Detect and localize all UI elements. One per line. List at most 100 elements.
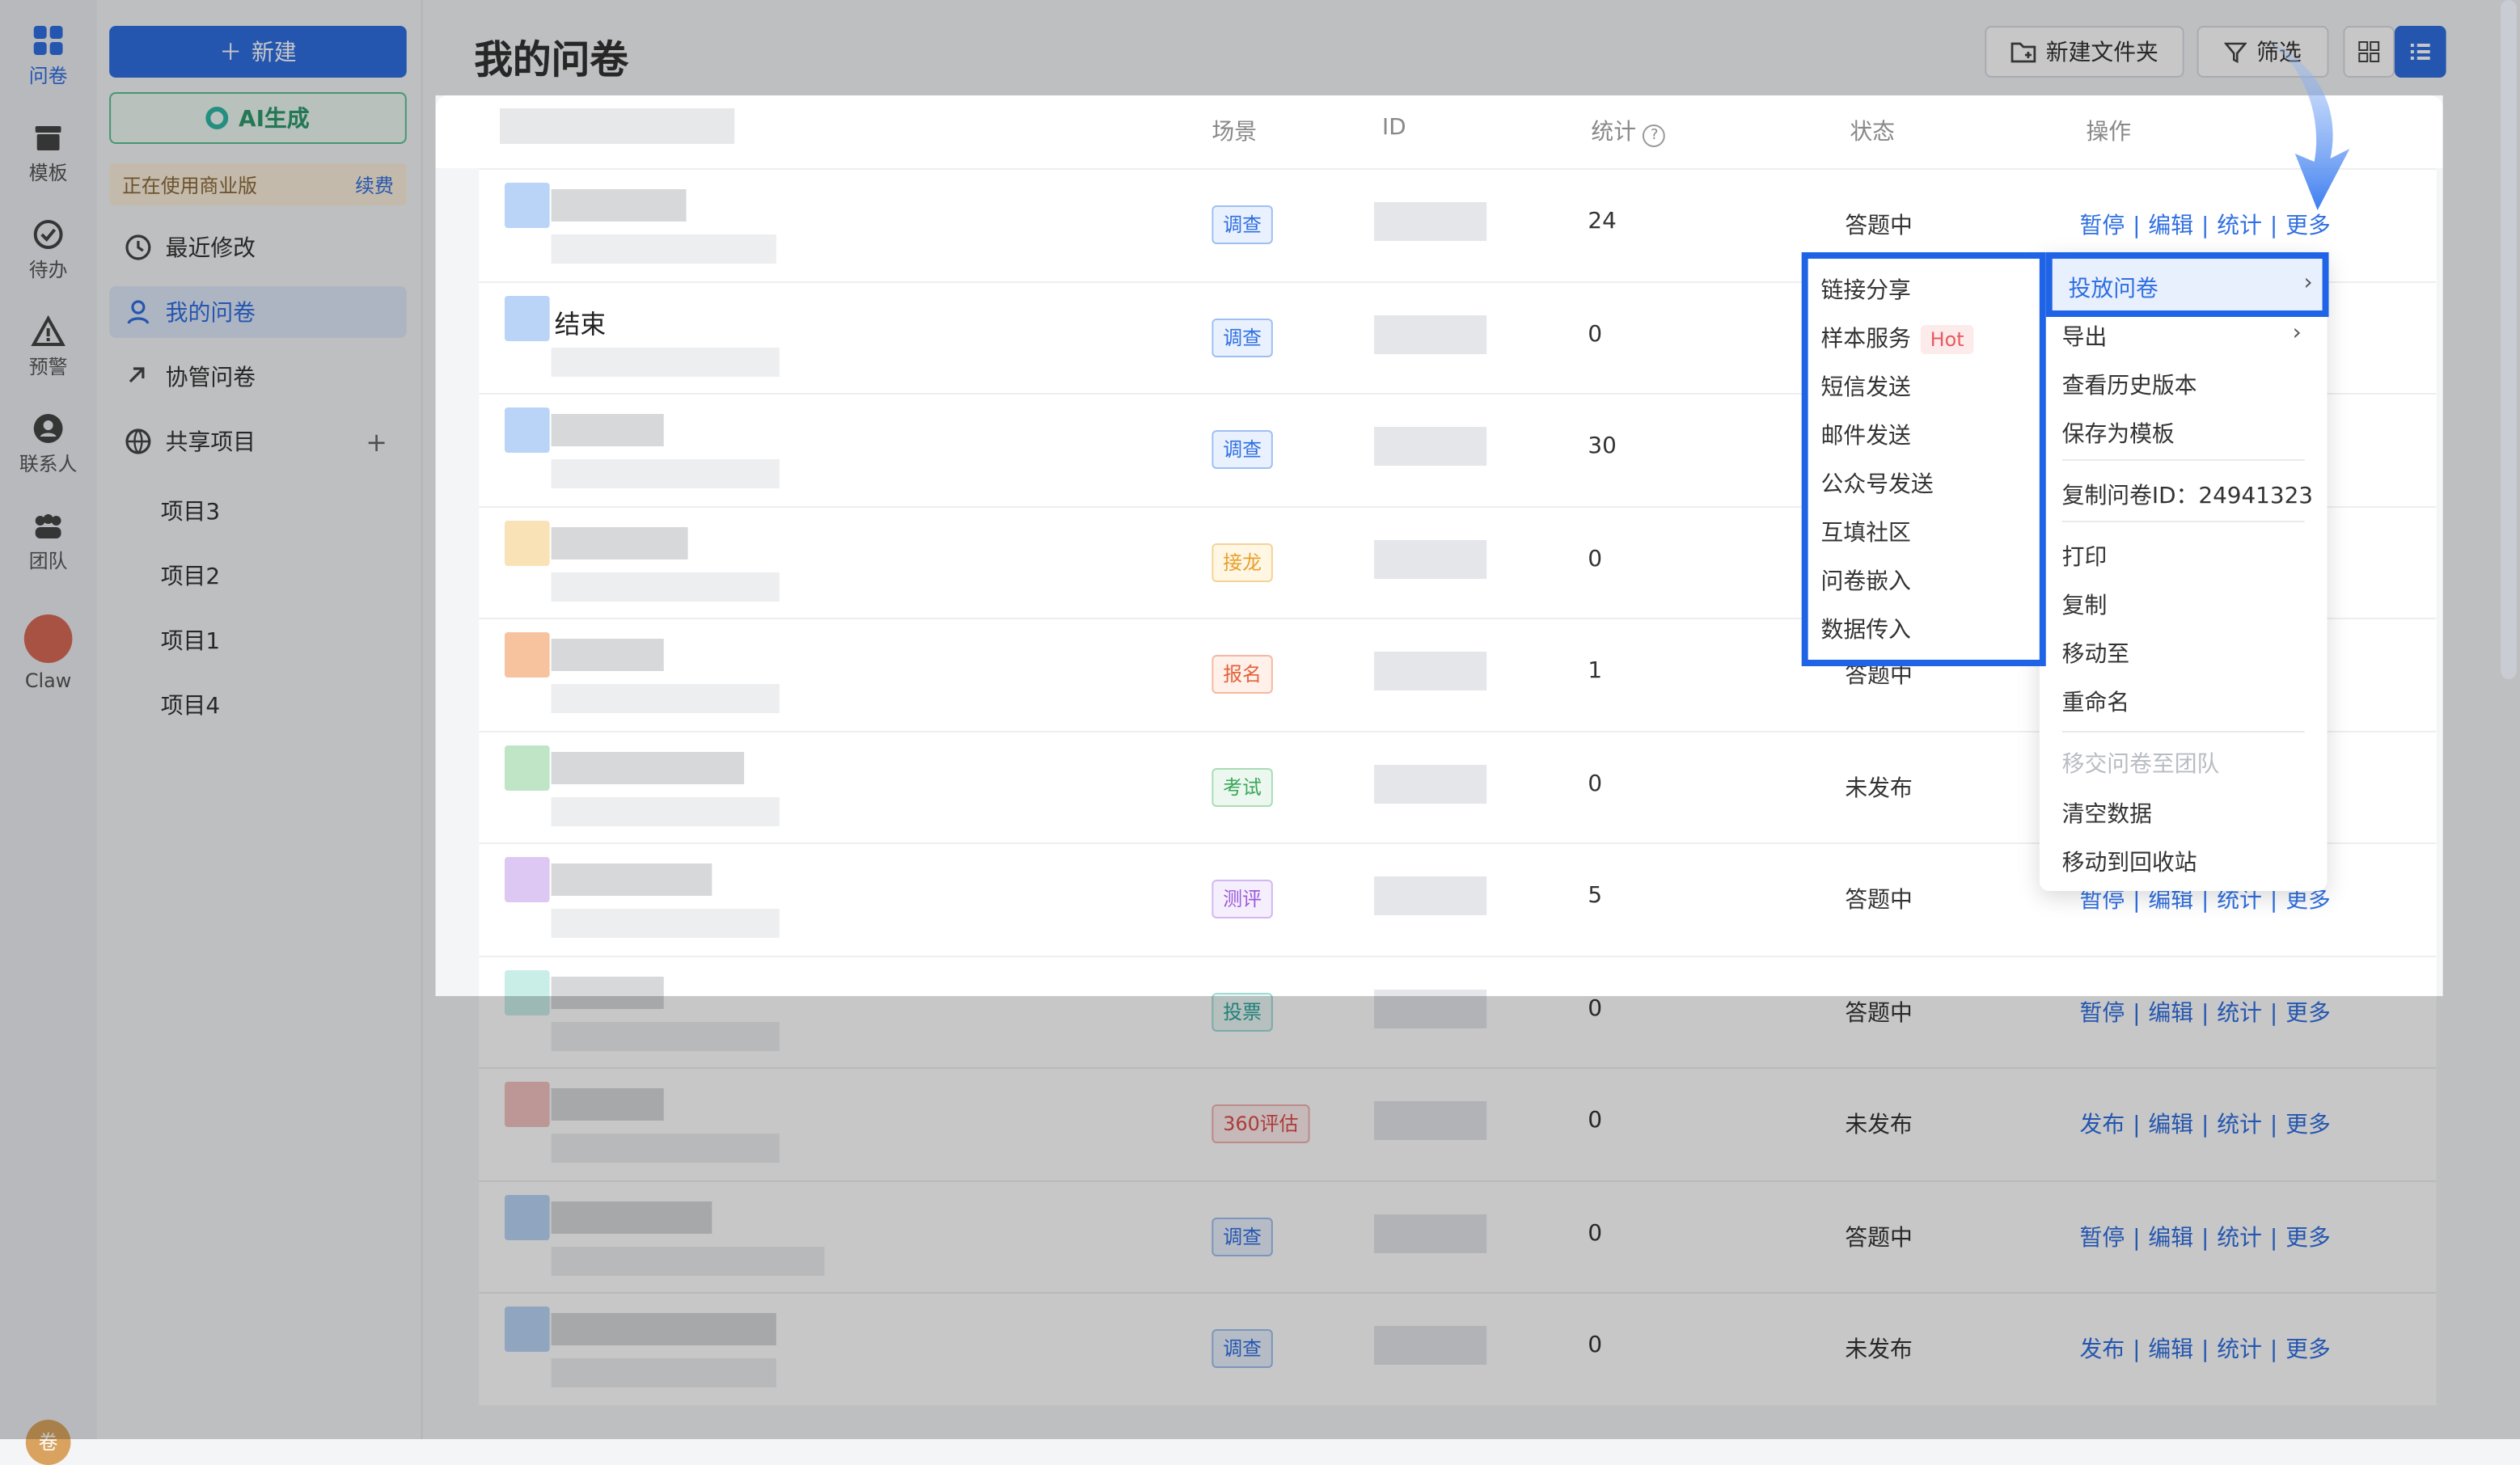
row-action[interactable]: 更多: [2285, 1337, 2331, 1363]
row-action[interactable]: 暂停: [2079, 1225, 2125, 1251]
menu-item-print[interactable]: 打印: [2062, 540, 2108, 572]
distribute-submenu: 链接分享 样本服务 Hot 短信发送 邮件发送 公众号发送 互填社区 问卷嵌入 数…: [1801, 252, 2046, 666]
row-action[interactable]: 更多: [2285, 1225, 2331, 1251]
title-blur: [551, 863, 712, 896]
nav-co-manage[interactable]: 协管问卷: [109, 351, 407, 403]
project-item[interactable]: 项目2: [161, 559, 220, 592]
row-action[interactable]: 编辑: [2148, 1225, 2193, 1251]
new-button-label: 新建: [252, 40, 297, 66]
sub-item-sample-service[interactable]: 样本服务 Hot: [1821, 322, 1974, 354]
row-action[interactable]: 统计: [2217, 1225, 2262, 1251]
title-blur: [551, 1313, 776, 1345]
menu-item-rename[interactable]: 重命名: [2062, 686, 2129, 718]
row-action[interactable]: 暂停: [2079, 1000, 2125, 1026]
menu-item-copy-id[interactable]: 复制问卷ID：24941323: [2062, 479, 2313, 511]
table-row[interactable]: 调查 0 答题中 暂停 | 编辑 | 统计 | 更多: [479, 1180, 2437, 1293]
app-rail: 问卷 模板 待办 预警 联系人 团队 Claw 卷: [0, 0, 99, 1465]
title-blur: [551, 639, 664, 671]
rail-item-contacts[interactable]: 联系人: [0, 411, 96, 477]
row-action[interactable]: 编辑: [2148, 1000, 2193, 1026]
row-action[interactable]: 编辑: [2148, 1337, 2193, 1363]
row-action[interactable]: 统计: [2217, 888, 2262, 914]
row-action[interactable]: 暂停: [2079, 213, 2125, 239]
row-action[interactable]: 发布: [2079, 1112, 2125, 1138]
list-view-button[interactable]: [2394, 26, 2446, 78]
row-action[interactable]: 更多: [2285, 1000, 2331, 1026]
menu-item-move-to[interactable]: 移动至: [2062, 637, 2129, 669]
stat-count[interactable]: 0: [1588, 1220, 1602, 1246]
business-text: 正在使用商业版: [122, 174, 257, 196]
stat-count[interactable]: 0: [1588, 1332, 1602, 1358]
project-item[interactable]: 项目1: [161, 624, 220, 657]
stat-count[interactable]: 0: [1588, 770, 1602, 796]
rail-item-alert[interactable]: 预警: [0, 314, 96, 380]
new-button[interactable]: ＋ 新建: [109, 26, 407, 78]
stat-count[interactable]: 0: [1588, 995, 1602, 1021]
list-view-icon: [2410, 44, 2430, 60]
stat-count[interactable]: 24: [1588, 209, 1616, 234]
nav-my-questionnaires[interactable]: 我的问卷: [109, 286, 407, 338]
row-action[interactable]: 更多: [2285, 888, 2331, 914]
row-action[interactable]: 统计: [2217, 1000, 2262, 1026]
col-id: ID: [1382, 115, 1406, 141]
table-row[interactable]: 调查 0 未发布 发布 | 编辑 | 统计 | 更多: [479, 1292, 2437, 1405]
sub-item-sms[interactable]: 短信发送: [1821, 370, 1911, 403]
menu-item-save-template[interactable]: 保存为模板: [2062, 417, 2175, 450]
nav-shared-projects[interactable]: 共享项目 +: [109, 416, 407, 467]
menu-item-copy[interactable]: 复制: [2062, 589, 2108, 621]
sub-item-community[interactable]: 互填社区: [1821, 516, 1911, 548]
survey-title[interactable]: 结束: [555, 302, 607, 340]
sub-item-data-import[interactable]: 数据传入: [1821, 613, 1911, 645]
project-item[interactable]: 项目4: [161, 689, 220, 721]
stat-count[interactable]: 1: [1588, 658, 1602, 684]
table-row[interactable]: 投票 0 答题中 暂停 | 编辑 | 统计 | 更多: [479, 955, 2437, 1068]
stat-count[interactable]: 30: [1588, 433, 1616, 459]
sub-item-link-share[interactable]: 链接分享: [1821, 273, 1911, 306]
nav-recent[interactable]: 最近修改: [109, 222, 407, 273]
ai-generate-button[interactable]: AI生成: [109, 92, 407, 144]
menu-divider: [2061, 521, 2305, 522]
stat-count[interactable]: 0: [1588, 321, 1602, 347]
survey-thumbnail: [504, 632, 550, 678]
user-avatar[interactable]: 卷: [25, 1420, 71, 1465]
sub-item-wechat[interactable]: 公众号发送: [1821, 467, 1934, 500]
stat-count[interactable]: 0: [1588, 1108, 1602, 1134]
rail-item-claw[interactable]: Claw: [0, 614, 96, 692]
row-action[interactable]: 编辑: [2148, 1112, 2193, 1138]
table-row[interactable]: 360评估 0 未发布 发布 | 编辑 | 统计 | 更多: [479, 1067, 2437, 1180]
project-item[interactable]: 项目3: [161, 495, 220, 527]
sub-item-email[interactable]: 邮件发送: [1821, 419, 1911, 451]
col-scene: 场景: [1211, 120, 1258, 146]
row-action[interactable]: 编辑: [2148, 888, 2193, 914]
hint-arrow-icon: [2266, 40, 2350, 210]
col-stats: 统计 ?: [1591, 115, 1666, 147]
menu-item-history[interactable]: 查看历史版本: [2062, 369, 2197, 401]
menu-item-distribute[interactable]: 投放问卷 ›: [2045, 252, 2329, 317]
stat-count[interactable]: 0: [1588, 546, 1602, 572]
rail-item-questionnaire[interactable]: 问卷: [0, 13, 96, 97]
subtitle-blur: [551, 1358, 776, 1387]
row-action[interactable]: 发布: [2079, 1337, 2125, 1363]
row-action[interactable]: 更多: [2285, 1112, 2331, 1138]
id-blur: [1374, 652, 1487, 690]
row-action[interactable]: 暂停: [2079, 888, 2125, 914]
scrollbar[interactable]: [2501, 0, 2518, 679]
rail-item-todo[interactable]: 待办: [0, 217, 96, 283]
menu-item-clear-data[interactable]: 清空数据: [2062, 797, 2152, 830]
menu-item-recycle[interactable]: 移动到回收站: [2062, 846, 2197, 878]
subtitle-blur: [551, 684, 780, 713]
row-action[interactable]: 编辑: [2148, 213, 2193, 239]
stat-count[interactable]: 5: [1588, 883, 1602, 909]
rail-item-template[interactable]: 模板: [0, 120, 96, 186]
help-icon[interactable]: ?: [1643, 125, 1666, 147]
sub-item-embed[interactable]: 问卷嵌入: [1821, 564, 1911, 597]
row-action[interactable]: 统计: [2217, 1337, 2262, 1363]
menu-item-export[interactable]: 导出: [2062, 320, 2108, 353]
new-folder-button[interactable]: 新建文件夹: [1985, 26, 2184, 78]
renew-link[interactable]: 续费: [355, 171, 394, 198]
add-project-icon[interactable]: +: [366, 426, 387, 457]
id-blur: [1374, 539, 1487, 578]
row-action[interactable]: 统计: [2217, 1112, 2262, 1138]
subtitle-blur: [551, 1134, 780, 1163]
rail-item-team[interactable]: 团队: [0, 508, 96, 574]
